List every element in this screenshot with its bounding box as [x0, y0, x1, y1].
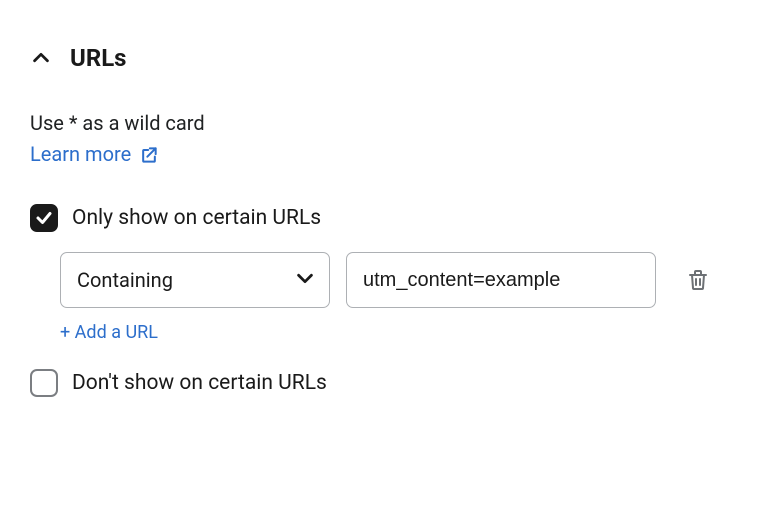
section-title: URLs	[70, 44, 127, 72]
option-hide-row: Don't show on certain URLs	[30, 369, 748, 397]
option-show-row: Only show on certain URLs	[30, 204, 748, 232]
hint-block: Use * as a wild card Learn more	[30, 108, 748, 170]
delete-rule-button[interactable]	[680, 262, 716, 298]
hide-label: Don't show on certain URLs	[72, 371, 327, 395]
hide-checkbox[interactable]	[30, 369, 58, 397]
chevron-up-icon	[30, 47, 52, 69]
url-rule-row: Containing	[60, 252, 748, 308]
operator-value: Containing	[60, 252, 330, 308]
url-value-input[interactable]	[346, 252, 656, 308]
external-link-icon	[139, 145, 159, 165]
section-header[interactable]: URLs	[30, 44, 748, 72]
add-url-link[interactable]: + Add a URL	[60, 322, 158, 343]
show-checkbox[interactable]	[30, 204, 58, 232]
show-label: Only show on certain URLs	[72, 206, 321, 230]
trash-icon	[686, 268, 710, 292]
learn-more-label: Learn more	[30, 139, 131, 170]
operator-select[interactable]: Containing	[60, 252, 330, 308]
hint-text: Use * as a wild card	[30, 108, 748, 139]
learn-more-link[interactable]: Learn more	[30, 139, 159, 170]
